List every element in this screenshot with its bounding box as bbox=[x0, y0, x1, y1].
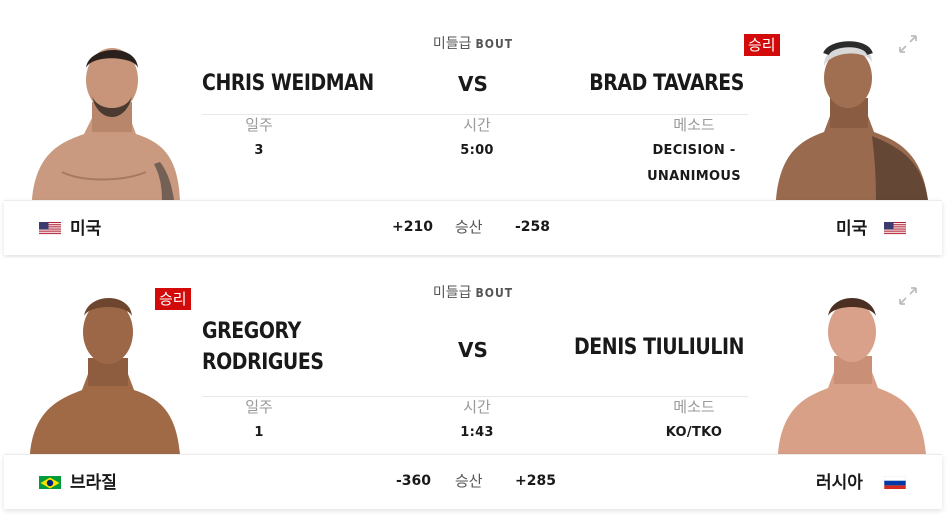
round-value: 3 bbox=[254, 143, 264, 158]
blue-fighter-country: 러시아 bbox=[816, 473, 863, 493]
us-flag-icon bbox=[39, 221, 61, 235]
method-value: KO/TKO bbox=[665, 425, 723, 440]
red-fighter-name[interactable]: CHRIS WEIDMAN bbox=[202, 68, 374, 100]
time-label: 시간 bbox=[463, 398, 491, 416]
fighter-photo-blue bbox=[772, 32, 932, 200]
round-value: 1 bbox=[254, 425, 264, 440]
fighter-photo-red bbox=[22, 32, 182, 200]
brazil-flag-icon bbox=[39, 475, 61, 489]
winner-badge: 승리 bbox=[155, 288, 191, 310]
russia-flag-icon bbox=[884, 475, 906, 489]
odds-bar: 브라질 -360 승산 +285 러시아 bbox=[4, 454, 942, 509]
red-fighter-country: 브라질 bbox=[70, 473, 117, 493]
time-value: 5:00 bbox=[460, 143, 494, 158]
blue-fighter-country: 미국 bbox=[836, 219, 868, 239]
odds-label: 승산 bbox=[455, 218, 483, 236]
bout-card[interactable]: 미들급 BOUT CHRIS WEIDMAN VS BRAD TAVARES 승리… bbox=[4, 0, 942, 258]
red-fighter-name[interactable]: GREGORY RODRIGUES bbox=[202, 316, 331, 378]
blue-fighter-odds: +285 bbox=[515, 473, 556, 489]
vs-label: VS bbox=[458, 338, 488, 362]
red-fighter-odds: -360 bbox=[396, 473, 432, 489]
fighter-photo-red bbox=[22, 286, 182, 454]
round-label: 일주 bbox=[245, 116, 273, 134]
odds-label: 승산 bbox=[455, 472, 483, 490]
red-fighter-odds: +210 bbox=[392, 219, 433, 235]
vs-label: VS bbox=[458, 72, 488, 96]
blue-fighter-name[interactable]: BRAD TAVARES bbox=[572, 68, 744, 100]
blue-fighter-name[interactable]: DENIS TIULIULIN bbox=[555, 332, 744, 364]
fighter-photo-blue bbox=[772, 286, 932, 454]
time-label: 시간 bbox=[463, 116, 491, 134]
bout-card[interactable]: 미들급 BOUT 승리 GREGORY RODRIGUES VS DENIS TI… bbox=[4, 258, 942, 515]
us-flag-icon bbox=[884, 221, 906, 235]
method-value: DECISION - UNANIMOUS bbox=[647, 143, 741, 184]
blue-fighter-odds: -258 bbox=[515, 219, 551, 235]
odds-bar: 미국 +210 승산 -258 미국 bbox=[4, 200, 942, 255]
time-value: 1:43 bbox=[460, 425, 494, 440]
round-label: 일주 bbox=[245, 398, 273, 416]
method-label: 메소드 bbox=[673, 116, 715, 134]
red-fighter-country: 미국 bbox=[70, 219, 102, 239]
method-label: 메소드 bbox=[673, 398, 715, 416]
